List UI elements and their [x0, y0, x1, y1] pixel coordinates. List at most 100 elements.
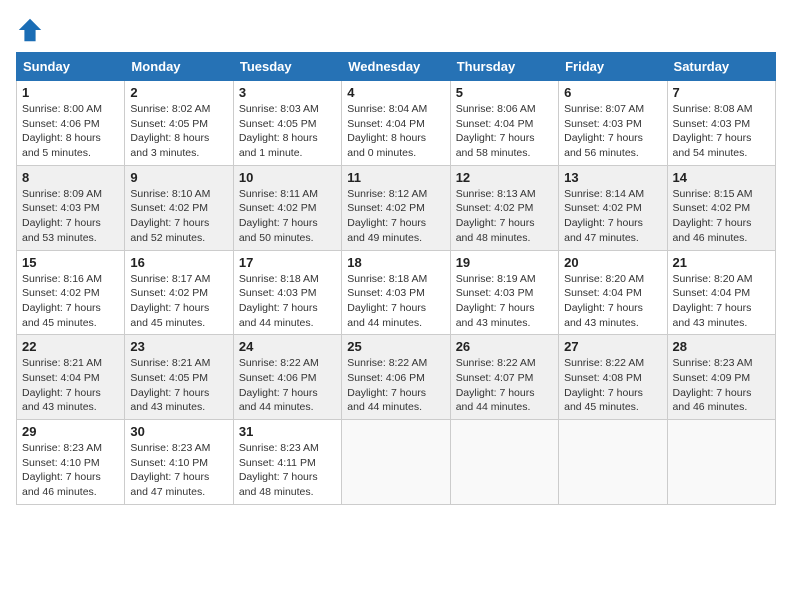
- day-number: 15: [22, 255, 119, 270]
- day-number: 3: [239, 85, 336, 100]
- calendar-cell: 15Sunrise: 8:16 AMSunset: 4:02 PMDayligh…: [17, 250, 125, 335]
- day-info: Sunrise: 8:21 AMSunset: 4:05 PMDaylight:…: [130, 356, 227, 415]
- day-number: 14: [673, 170, 770, 185]
- day-info: Sunrise: 8:19 AMSunset: 4:03 PMDaylight:…: [456, 272, 553, 331]
- day-info: Sunrise: 8:18 AMSunset: 4:03 PMDaylight:…: [239, 272, 336, 331]
- calendar-cell: 17 Sunrise: 8:18 AMSunset: 4:03 PMDayligh…: [233, 250, 341, 335]
- week-row-4: 22 Sunrise: 8:21 AMSunset: 4:04 PMDayligh…: [17, 335, 776, 420]
- calendar-cell: 27 Sunrise: 8:22 AMSunset: 4:08 PMDayligh…: [559, 335, 667, 420]
- weekday-header-row: SundayMondayTuesdayWednesdayThursdayFrid…: [17, 53, 776, 81]
- day-info: Sunrise: 8:23 AMSunset: 4:11 PMDaylight:…: [239, 441, 336, 500]
- day-number: 5: [456, 85, 553, 100]
- day-number: 2: [130, 85, 227, 100]
- day-number: 17: [239, 255, 336, 270]
- day-info: Sunrise: 8:22 AMSunset: 4:08 PMDaylight:…: [564, 356, 661, 415]
- day-info: Sunrise: 8:15 AMSunset: 4:02 PMDaylight:…: [673, 187, 770, 246]
- calendar-cell: 20Sunrise: 8:20 AMSunset: 4:04 PMDayligh…: [559, 250, 667, 335]
- calendar-cell: 23 Sunrise: 8:21 AMSunset: 4:05 PMDayligh…: [125, 335, 233, 420]
- calendar-cell: 18 Sunrise: 8:18 AMSunset: 4:03 PMDayligh…: [342, 250, 450, 335]
- day-number: 8: [22, 170, 119, 185]
- day-info: Sunrise: 8:18 AMSunset: 4:03 PMDaylight:…: [347, 272, 444, 331]
- day-info: Sunrise: 8:03 AMSunset: 4:05 PMDaylight:…: [239, 102, 336, 161]
- week-row-2: 8 Sunrise: 8:09 AMSunset: 4:03 PMDaylight…: [17, 165, 776, 250]
- calendar-cell: 13 Sunrise: 8:14 AMSunset: 4:02 PMDayligh…: [559, 165, 667, 250]
- day-info: Sunrise: 8:20 AMSunset: 4:04 PMDaylight:…: [673, 272, 770, 331]
- calendar-cell: 11 Sunrise: 8:12 AMSunset: 4:02 PMDayligh…: [342, 165, 450, 250]
- day-number: 21: [673, 255, 770, 270]
- calendar-cell: 12Sunrise: 8:13 AMSunset: 4:02 PMDayligh…: [450, 165, 558, 250]
- day-number: 13: [564, 170, 661, 185]
- day-info: Sunrise: 8:00 AMSunset: 4:06 PMDaylight:…: [22, 102, 119, 161]
- calendar-cell: 6 Sunrise: 8:07 AMSunset: 4:03 PMDaylight…: [559, 81, 667, 166]
- weekday-header-saturday: Saturday: [667, 53, 775, 81]
- day-number: 7: [673, 85, 770, 100]
- logo: [16, 16, 48, 44]
- day-info: Sunrise: 8:21 AMSunset: 4:04 PMDaylight:…: [22, 356, 119, 415]
- day-number: 31: [239, 424, 336, 439]
- calendar-cell: [667, 420, 775, 505]
- calendar-cell: 29Sunrise: 8:23 AMSunset: 4:10 PMDayligh…: [17, 420, 125, 505]
- day-number: 6: [564, 85, 661, 100]
- day-number: 19: [456, 255, 553, 270]
- calendar-cell: 3 Sunrise: 8:03 AMSunset: 4:05 PMDaylight…: [233, 81, 341, 166]
- day-info: Sunrise: 8:14 AMSunset: 4:02 PMDaylight:…: [564, 187, 661, 246]
- weekday-header-wednesday: Wednesday: [342, 53, 450, 81]
- day-number: 24: [239, 339, 336, 354]
- day-number: 23: [130, 339, 227, 354]
- day-number: 22: [22, 339, 119, 354]
- weekday-header-thursday: Thursday: [450, 53, 558, 81]
- calendar-cell: 28 Sunrise: 8:23 AMSunset: 4:09 PMDayligh…: [667, 335, 775, 420]
- day-info: Sunrise: 8:22 AMSunset: 4:07 PMDaylight:…: [456, 356, 553, 415]
- day-info: Sunrise: 8:04 AMSunset: 4:04 PMDaylight:…: [347, 102, 444, 161]
- day-info: Sunrise: 8:11 AMSunset: 4:02 PMDaylight:…: [239, 187, 336, 246]
- page-header: [16, 16, 776, 44]
- day-info: Sunrise: 8:06 AMSunset: 4:04 PMDaylight:…: [456, 102, 553, 161]
- day-number: 28: [673, 339, 770, 354]
- calendar-cell: 1 Sunrise: 8:00 AMSunset: 4:06 PMDaylight…: [17, 81, 125, 166]
- day-info: Sunrise: 8:23 AMSunset: 4:10 PMDaylight:…: [130, 441, 227, 500]
- day-number: 16: [130, 255, 227, 270]
- calendar-cell: 7 Sunrise: 8:08 AMSunset: 4:03 PMDaylight…: [667, 81, 775, 166]
- calendar-cell: 25 Sunrise: 8:22 AMSunset: 4:06 PMDayligh…: [342, 335, 450, 420]
- day-number: 25: [347, 339, 444, 354]
- week-row-3: 15Sunrise: 8:16 AMSunset: 4:02 PMDayligh…: [17, 250, 776, 335]
- day-info: Sunrise: 8:23 AMSunset: 4:09 PMDaylight:…: [673, 356, 770, 415]
- calendar-cell: [450, 420, 558, 505]
- calendar-cell: 19 Sunrise: 8:19 AMSunset: 4:03 PMDayligh…: [450, 250, 558, 335]
- day-number: 18: [347, 255, 444, 270]
- calendar-cell: 31 Sunrise: 8:23 AMSunset: 4:11 PMDayligh…: [233, 420, 341, 505]
- day-number: 10: [239, 170, 336, 185]
- day-info: Sunrise: 8:09 AMSunset: 4:03 PMDaylight:…: [22, 187, 119, 246]
- calendar-cell: 24 Sunrise: 8:22 AMSunset: 4:06 PMDayligh…: [233, 335, 341, 420]
- week-row-5: 29 Sunrise: 8:23 AMSunset: 4:10 PMDayligh…: [17, 420, 776, 505]
- day-info: Sunrise: 8:12 AMSunset: 4:02 PMDaylight:…: [347, 187, 444, 246]
- day-number: 29: [22, 424, 119, 439]
- calendar-cell: 4 Sunrise: 8:04 AMSunset: 4:04 PMDaylight…: [342, 81, 450, 166]
- day-info: Sunrise: 8:07 AMSunset: 4:03 PMDaylight:…: [564, 102, 661, 161]
- calendar-cell: 22 Sunrise: 8:21 AMSunset: 4:04 PMDayligh…: [17, 335, 125, 420]
- day-number: 12: [456, 170, 553, 185]
- calendar-cell: 5 Sunrise: 8:06 AMSunset: 4:04 PMDaylight…: [450, 81, 558, 166]
- calendar-cell: [342, 420, 450, 505]
- logo-icon: [16, 16, 44, 44]
- calendar-cell: 21 Sunrise: 8:20 AMSunset: 4:04 PMDayligh…: [667, 250, 775, 335]
- day-number: 4: [347, 85, 444, 100]
- day-info: Sunrise: 8:10 AMSunset: 4:02 PMDaylight:…: [130, 187, 227, 246]
- day-number: 1: [22, 85, 119, 100]
- calendar-cell: 10 Sunrise: 8:11 AMSunset: 4:02 PMDayligh…: [233, 165, 341, 250]
- calendar-cell: [559, 420, 667, 505]
- day-info: Sunrise: 8:17 AMSunset: 4:02 PMDaylight:…: [130, 272, 227, 331]
- calendar-cell: 26 Sunrise: 8:22 AMSunset: 4:07 PMDayligh…: [450, 335, 558, 420]
- day-info: Sunrise: 8:22 AMSunset: 4:06 PMDaylight:…: [347, 356, 444, 415]
- day-number: 26: [456, 339, 553, 354]
- calendar-cell: 16 Sunrise: 8:17 AMSunset: 4:02 PMDayligh…: [125, 250, 233, 335]
- calendar-cell: 9Sunrise: 8:10 AMSunset: 4:02 PMDaylight…: [125, 165, 233, 250]
- day-info: Sunrise: 8:08 AMSunset: 4:03 PMDaylight:…: [673, 102, 770, 161]
- day-number: 30: [130, 424, 227, 439]
- calendar-cell: 14 Sunrise: 8:15 AMSunset: 4:02 PMDayligh…: [667, 165, 775, 250]
- day-number: 27: [564, 339, 661, 354]
- week-row-1: 1 Sunrise: 8:00 AMSunset: 4:06 PMDaylight…: [17, 81, 776, 166]
- day-number: 11: [347, 170, 444, 185]
- day-info: Sunrise: 8:22 AMSunset: 4:06 PMDaylight:…: [239, 356, 336, 415]
- calendar-table: SundayMondayTuesdayWednesdayThursdayFrid…: [16, 52, 776, 505]
